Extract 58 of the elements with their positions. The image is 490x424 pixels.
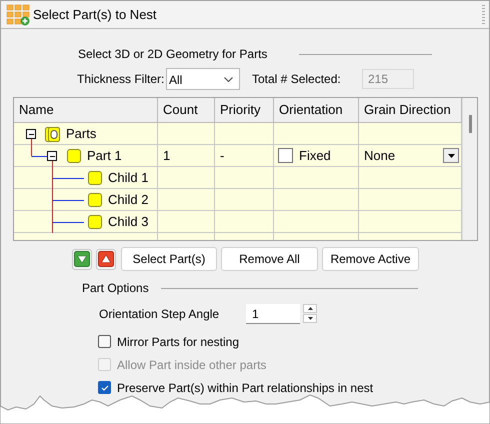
field-label: Orientation Step Angle <box>99 306 220 323</box>
thickness-filter-dropdown[interactable]: All <box>166 68 240 90</box>
checkbox-label: Allow Part inside other parts <box>117 356 266 374</box>
scrollbar[interactable] <box>462 98 477 240</box>
field-label: Thickness Filter: <box>77 71 166 88</box>
part-icon <box>88 193 102 207</box>
caret-down-icon <box>308 317 312 320</box>
arrow-down-icon <box>74 251 90 267</box>
fixed-checkbox[interactable] <box>278 148 293 163</box>
checkbox-label: Mirror Parts for nesting <box>117 334 240 350</box>
collapse-icon[interactable] <box>47 151 57 161</box>
field-label: Total # Selected: <box>252 71 342 88</box>
table-cell <box>215 211 274 233</box>
collapse-icon[interactable] <box>26 129 36 139</box>
action-button[interactable]: Remove Active <box>322 247 419 271</box>
parts-grid-icon <box>6 4 30 26</box>
tree-item-label[interactable]: Child 2 <box>108 190 148 210</box>
section-heading: Part Options <box>82 280 149 297</box>
checkbox-label: Fixed <box>299 146 331 165</box>
tree-item-label[interactable]: Child 3 <box>108 212 148 232</box>
tree-item-label[interactable]: Child 1 <box>108 168 148 188</box>
assembly-icon <box>45 127 60 142</box>
tree-item-label[interactable]: Part 1 <box>87 146 122 166</box>
total-selected-field: 215 <box>362 69 414 89</box>
column-header[interactable]: Count <box>158 98 215 123</box>
arrow-up-icon <box>98 251 114 267</box>
table-cell: 1 <box>158 145 215 167</box>
part-icon <box>88 171 102 185</box>
column-header[interactable]: Name <box>14 98 158 123</box>
section-heading: Select 3D or 2D Geometry for Parts <box>78 46 268 63</box>
move-up-button[interactable] <box>96 248 116 270</box>
caret-up-icon <box>308 307 312 310</box>
column-header[interactable]: Priority <box>215 98 274 123</box>
check-icon <box>100 384 108 390</box>
checkbox[interactable] <box>98 381 111 394</box>
move-down-button[interactable] <box>72 248 92 270</box>
column-header[interactable]: Orientation <box>274 98 359 123</box>
part-icon <box>67 149 81 163</box>
step-angle-field[interactable]: 1 <box>246 304 300 324</box>
caret-down-icon <box>448 154 454 158</box>
table-cell <box>215 123 274 145</box>
table-cell: - <box>215 145 274 167</box>
table-cell <box>215 189 274 211</box>
action-button[interactable]: Remove All <box>221 247 318 271</box>
tree-connector <box>52 211 84 233</box>
checkbox[interactable] <box>98 335 111 348</box>
tree-connector <box>52 189 84 211</box>
window-title: Select Part(s) to Nest <box>33 6 157 24</box>
spinner[interactable] <box>303 304 317 324</box>
checkbox-label: Preserve Part(s) within Part relationships in nest <box>117 380 374 396</box>
table-cell <box>215 167 274 189</box>
part-icon <box>88 215 102 229</box>
action-button[interactable]: Select Part(s) <box>121 247 217 271</box>
chevron-down-icon <box>224 76 233 82</box>
tree-item-label[interactable]: Parts <box>66 124 96 144</box>
grain-direction-dropdown[interactable]: None <box>364 146 459 166</box>
grip-icon <box>482 4 485 26</box>
scrollbar-thumb[interactable] <box>469 115 472 133</box>
